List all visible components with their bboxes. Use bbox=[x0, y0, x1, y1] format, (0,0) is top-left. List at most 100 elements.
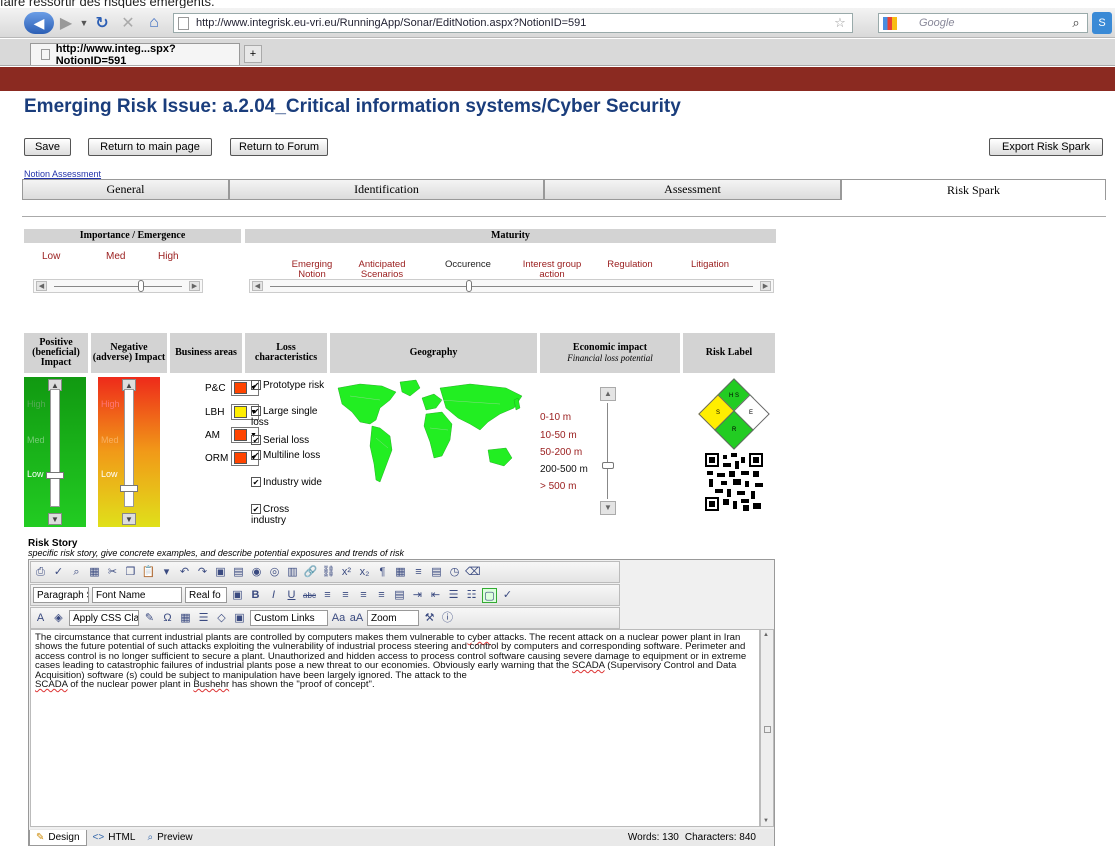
uppercase-icon[interactable]: Aa bbox=[331, 611, 346, 626]
table-icon[interactable]: ▦ bbox=[393, 565, 408, 580]
negative-impact-slider[interactable]: ▲ ▼ High Med Low bbox=[98, 377, 160, 527]
search-icon[interactable]: ⌕ bbox=[1068, 12, 1084, 34]
down-arrow-icon[interactable]: ▼ bbox=[122, 513, 136, 525]
preview-mode-tab[interactable]: ⌕ Preview bbox=[141, 830, 198, 846]
stop-icon[interactable]: ✕ bbox=[118, 12, 138, 34]
loss-checkbox-cross[interactable]: ✔ Cross industry bbox=[251, 504, 326, 526]
properties-icon[interactable]: ▤ bbox=[429, 565, 444, 580]
align-center-icon[interactable]: ≡ bbox=[338, 588, 353, 603]
slider-right-arrow-icon[interactable]: ▶ bbox=[189, 281, 200, 291]
help-icon[interactable]: ⓘ bbox=[440, 611, 455, 626]
css-class-select[interactable]: Apply CSS Clas bbox=[69, 610, 139, 626]
history-dropdown-icon[interactable]: ▼ bbox=[78, 12, 90, 34]
insert-table-icon[interactable]: ▦ bbox=[178, 611, 193, 626]
font-size-select[interactable]: Real fo bbox=[185, 587, 227, 603]
down-arrow-icon[interactable]: ▼ bbox=[600, 501, 616, 515]
align-left-icon[interactable]: ≡ bbox=[320, 588, 335, 603]
bold-icon[interactable]: B bbox=[248, 588, 263, 603]
html-mode-tab[interactable]: <> HTML bbox=[87, 830, 142, 846]
checkbox-icon[interactable]: ✔ bbox=[251, 450, 261, 461]
bullet-list-icon[interactable]: ☷ bbox=[464, 588, 479, 603]
importance-slider[interactable]: ◀ ▶ bbox=[33, 279, 203, 293]
checkbox-icon[interactable]: ✔ bbox=[251, 477, 261, 488]
loss-checkbox-large[interactable]: ✔ Large single loss bbox=[251, 406, 326, 428]
notion-assessment-link[interactable]: Notion Assessment bbox=[24, 169, 101, 179]
image-icon[interactable]: ▣ bbox=[230, 588, 245, 603]
world-map[interactable] bbox=[330, 378, 530, 496]
paste-icon[interactable]: 📋 bbox=[141, 565, 156, 580]
tab-general[interactable]: General bbox=[22, 179, 229, 200]
subscript-icon[interactable]: x₂ bbox=[357, 565, 372, 580]
reload-icon[interactable]: ↻ bbox=[92, 12, 112, 34]
insert-list-icon[interactable]: ☰ bbox=[196, 611, 211, 626]
cut-icon[interactable]: ✂ bbox=[105, 565, 120, 580]
align-right-icon[interactable]: ≡ bbox=[356, 588, 371, 603]
find-icon[interactable]: ⌕ bbox=[69, 565, 84, 580]
tab-assessment[interactable]: Assessment bbox=[544, 179, 841, 200]
zoom-select[interactable]: Zoom bbox=[367, 610, 419, 626]
unlink-icon[interactable]: ⛓ bbox=[321, 565, 336, 580]
slider-left-arrow-icon[interactable]: ◀ bbox=[36, 281, 47, 291]
underline-icon[interactable]: U bbox=[284, 588, 299, 603]
up-arrow-icon[interactable]: ▲ bbox=[600, 387, 616, 401]
font-name-select[interactable]: Font Name bbox=[92, 587, 182, 603]
custom-links-select[interactable]: Custom Links bbox=[250, 610, 328, 626]
browser-tab[interactable]: http://www.integ...spx?NotionID=591 bbox=[30, 43, 240, 67]
flash-icon[interactable]: ◉ bbox=[249, 565, 264, 580]
checkbox-icon[interactable]: ✔ bbox=[251, 406, 261, 417]
loss-checkbox-multiline[interactable]: ✔ Multiline loss bbox=[251, 450, 326, 461]
paragraph-icon[interactable]: ¶ bbox=[375, 565, 390, 580]
tools-icon[interactable]: ⚒ bbox=[422, 611, 437, 626]
slider-thumb[interactable] bbox=[120, 485, 138, 492]
checkbox-icon[interactable]: ✔ bbox=[251, 504, 261, 515]
format-painter-icon[interactable]: ✎ bbox=[142, 611, 157, 626]
format-icon[interactable]: ≡ bbox=[411, 565, 426, 580]
slider-right-arrow-icon[interactable]: ▶ bbox=[760, 281, 771, 291]
justify-icon[interactable]: ≡ bbox=[374, 588, 389, 603]
return-forum-button[interactable]: Return to Forum bbox=[230, 138, 328, 156]
slider-left-arrow-icon[interactable]: ◀ bbox=[252, 281, 263, 291]
copy-icon[interactable]: ❐ bbox=[123, 565, 138, 580]
export-risk-spark-button[interactable]: Export Risk Spark bbox=[989, 138, 1103, 156]
addon-icon[interactable]: S bbox=[1092, 12, 1112, 34]
slider-thumb[interactable] bbox=[138, 280, 144, 292]
format-stripper-icon[interactable]: ⌫ bbox=[465, 565, 481, 580]
template-icon[interactable]: ▥ bbox=[285, 565, 300, 580]
media-icon[interactable]: ◎ bbox=[267, 565, 282, 580]
tab-identification[interactable]: Identification bbox=[229, 179, 544, 200]
scroll-down-icon[interactable]: ▼ bbox=[763, 818, 769, 824]
symbol-icon[interactable]: Ω bbox=[160, 611, 175, 626]
slider-thumb[interactable] bbox=[466, 280, 472, 292]
lowercase-icon[interactable]: aA bbox=[349, 611, 364, 626]
editor-scrollbar[interactable]: ▲ ▼ bbox=[760, 629, 774, 827]
checkbox-icon[interactable]: ✔ bbox=[251, 435, 261, 446]
forward-button[interactable]: ▶ bbox=[56, 12, 76, 34]
positive-impact-slider[interactable]: ▲ ▼ High Med Low bbox=[24, 377, 86, 527]
snippet-icon[interactable]: ◇ bbox=[214, 611, 229, 626]
search-input[interactable]: Google bbox=[878, 13, 1088, 33]
loss-checkbox-serial[interactable]: ✔ Serial loss bbox=[251, 435, 326, 446]
maturity-slider[interactable]: ◀ ▶ bbox=[249, 279, 774, 293]
slider-thumb[interactable] bbox=[46, 472, 64, 479]
module-manager-icon[interactable]: ▣ bbox=[232, 611, 247, 626]
scroll-thumb[interactable] bbox=[764, 726, 771, 733]
toggle-border-icon[interactable]: ▢ bbox=[482, 587, 497, 603]
align-none-icon[interactable]: ▤ bbox=[392, 588, 407, 603]
xhtml-validator-icon[interactable]: ✓ bbox=[500, 588, 515, 603]
home-icon[interactable]: ⌂ bbox=[143, 12, 165, 34]
editor-content-area[interactable]: The circumstance that current industrial… bbox=[30, 629, 760, 827]
return-main-page-button[interactable]: Return to main page bbox=[88, 138, 212, 156]
down-arrow-icon[interactable]: ▼ bbox=[48, 513, 62, 525]
clock-icon[interactable]: ◷ bbox=[447, 565, 462, 580]
save-button[interactable]: Save bbox=[24, 138, 71, 156]
undo-icon[interactable]: ↶ bbox=[177, 565, 192, 580]
image-manager-icon[interactable]: ▣ bbox=[213, 565, 228, 580]
document-manager-icon[interactable]: ▤ bbox=[231, 565, 246, 580]
superscript-icon[interactable]: x² bbox=[339, 565, 354, 580]
paste-options-icon[interactable]: ▾ bbox=[159, 565, 174, 580]
slider-thumb[interactable] bbox=[602, 462, 614, 469]
print-icon[interactable]: ⎙ bbox=[33, 565, 48, 580]
loss-checkbox-industry[interactable]: ✔ Industry wide bbox=[251, 477, 326, 488]
outdent-icon[interactable]: ⇤ bbox=[428, 588, 443, 603]
checkbox-icon[interactable]: ✔ bbox=[251, 380, 261, 391]
